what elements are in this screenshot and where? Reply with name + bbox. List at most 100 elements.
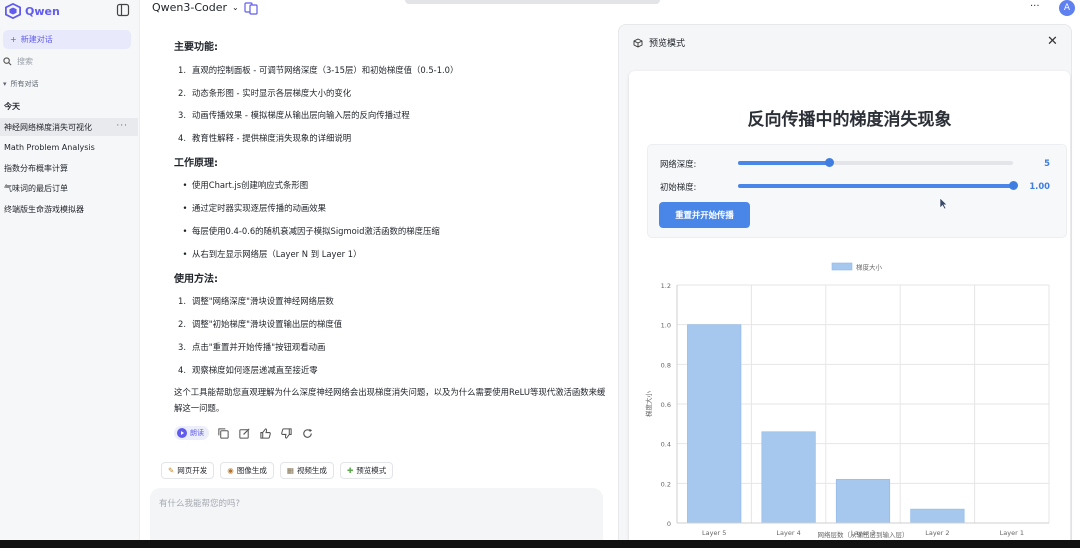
list-item: • 每层使用0.4-0.6的随机衰减因子模拟Sigmoid激活函数的梯度压缩	[182, 226, 440, 236]
screen-bottom-edge	[0, 540, 1080, 548]
copy-icon[interactable]	[217, 427, 230, 440]
chat-item-label: 终端版生命游戏模拟器	[4, 204, 84, 214]
all-chats-label: 所有对话	[10, 80, 39, 88]
control-panel: 网络深度: 5 初始梯度: 1.00 重置并开始传播	[647, 144, 1067, 238]
chip-web-dev[interactable]: ✎ 网页开发	[161, 462, 215, 479]
palette-icon: ◉	[227, 466, 234, 475]
page-title: 反向传播中的梯度消失现象	[747, 110, 952, 130]
section-today: 今天	[4, 102, 20, 111]
gradient-slider-fill	[738, 184, 1013, 188]
depth-value: 5	[1044, 158, 1050, 168]
all-chats-toggle[interactable]: ▾ 所有对话	[3, 79, 39, 89]
bar	[761, 431, 816, 524]
chat-item[interactable]: 神经网络梯度消失可视化 ···	[0, 118, 138, 136]
summary-text: 这个工具能帮助您直观理解为什么深度神经网络会出现梯度消失问题，以及为什么需要使用…	[174, 387, 606, 413]
chat-item[interactable]: Math Problem Analysis	[0, 138, 138, 156]
avatar[interactable]: A	[1059, 0, 1075, 16]
depth-slider[interactable]	[738, 158, 1013, 167]
reset-start-button[interactable]: 重置并开始传播	[659, 202, 750, 228]
y-tick-label: 0.6	[661, 401, 671, 409]
preview-content: 反向传播中的梯度消失现象 网络深度: 5 初始梯度: 1.00 重置并开始传播 …	[629, 71, 1070, 548]
x-tick-label: Layer 2	[925, 529, 949, 537]
read-aloud-label: 朗读	[190, 429, 204, 437]
sidebar-toggle-icon[interactable]	[116, 3, 130, 17]
message-actions: 朗读	[174, 426, 314, 440]
y-tick-label: 1.0	[661, 322, 671, 330]
chat-item[interactable]: 终端版生命游戏模拟器	[0, 200, 138, 218]
more-icon[interactable]: ···	[116, 121, 128, 131]
legend-label: 梯度大小	[856, 263, 883, 272]
preview-panel: 预览模式 ✕ 反向传播中的梯度消失现象 网络深度: 5 初始梯度: 1.00 重…	[618, 24, 1072, 548]
list-item: 3. 点击"重置并开始传播"按钮观看动画	[178, 342, 326, 352]
depth-slider-thumb[interactable]	[824, 158, 834, 167]
list-item: • 通过定时器实现逐层传播的动画效果	[182, 203, 326, 213]
section-heading: 使用方法:	[174, 274, 218, 285]
depth-slider-fill	[738, 161, 829, 165]
more-options-icon[interactable]: ···	[1030, 1, 1040, 12]
thumbs-up-icon[interactable]	[259, 427, 272, 440]
compare-models-icon[interactable]	[244, 1, 258, 15]
chip-video-gen[interactable]: ▦ 视频生成	[279, 462, 334, 479]
bar	[835, 479, 891, 524]
x-tick-label: Layer 1	[1000, 529, 1024, 537]
close-icon[interactable]: ✕	[1047, 34, 1058, 49]
x-axis-title: 网络层数（从输出层到输入层）	[818, 530, 909, 539]
search-placeholder: 搜索	[17, 57, 33, 66]
y-tick-label: 0.8	[661, 361, 671, 369]
list-item: 1. 调整"网络深度"滑块设置神经网络层数	[178, 296, 334, 306]
read-aloud-button[interactable]: 朗读	[174, 426, 209, 440]
list-item: 2. 调整"初始梯度"滑块设置输出层的梯度值	[178, 319, 343, 329]
x-tick-label: Layer 5	[702, 529, 726, 537]
mouse-cursor-icon	[939, 197, 948, 210]
chat-item[interactable]: 气味词的最后订单	[0, 179, 138, 197]
chevron-down-icon: ⌄	[232, 3, 239, 12]
y-tick-label: 0.2	[661, 480, 671, 488]
legend-swatch	[831, 262, 853, 271]
qwen-logo-icon	[5, 3, 21, 19]
list-item: • 使用Chart.js创建响应式条形图	[182, 180, 309, 190]
y-tick-label: 0	[667, 520, 671, 528]
new-chat-label: 新建对话	[20, 35, 53, 44]
overlay-edge	[405, 0, 660, 4]
chevron-down-icon: ▾	[3, 80, 7, 88]
thumbs-down-icon[interactable]	[280, 427, 293, 440]
new-chat-button[interactable]: + 新建对话	[3, 30, 131, 49]
film-icon: ▦	[286, 466, 294, 475]
edit-icon[interactable]	[238, 427, 251, 440]
section-heading: 主要功能:	[174, 42, 218, 53]
y-axis-title: 梯度大小	[644, 391, 653, 418]
list-item: 4. 观察梯度如何逐层递减直至接近零	[178, 365, 318, 375]
y-tick-label: 1.2	[661, 282, 671, 290]
chip-preview-mode[interactable]: ✚ 预览模式	[339, 462, 394, 479]
gradient-slider[interactable]	[738, 181, 1018, 190]
gradient-bar-chart: 00.20.40.60.81.01.2Layer 5 Layer 4 Layer 3…	[644, 262, 1050, 539]
chat-item[interactable]: 指数分布概率计算	[0, 159, 138, 177]
chat-item-label: Math Problem Analysis	[4, 142, 95, 152]
gradient-slider-thumb[interactable]	[1009, 181, 1018, 190]
chip-image-gen[interactable]: ◉ 图像生成	[220, 462, 274, 479]
chat-input-placeholder: 有什么我能帮您的吗?	[159, 499, 241, 509]
list-item: 1. 直观的控制面板 - 可调节网络深度（3-15层）和初始梯度值（0.5-1.0…	[178, 65, 459, 75]
list-item: 3. 动画传播效果 - 模拟梯度从输出层向输入层的反向传播过程	[178, 110, 410, 120]
chat-input[interactable]: 有什么我能帮您的吗?	[150, 488, 603, 548]
brand-name: Qwen	[25, 4, 60, 18]
preview-header: 预览模式	[633, 36, 685, 49]
model-selector[interactable]: Qwen3-Coder ⌄	[152, 1, 239, 14]
play-icon	[177, 428, 187, 438]
section-heading: 工作原理:	[174, 158, 218, 169]
plus-icon: +	[10, 35, 17, 44]
logo[interactable]: Qwen	[4, 3, 60, 19]
gradient-label: 初始梯度:	[660, 182, 697, 192]
gradient-value: 1.00	[1029, 181, 1050, 191]
preview-title: 预览模式	[649, 39, 686, 49]
list-item: 4. 教育性解释 - 提供梯度消失现象的详细说明	[178, 133, 352, 143]
regenerate-icon[interactable]	[301, 427, 314, 440]
list-item: 2. 动态条形图 - 实时显示各层梯度大小的变化	[178, 88, 352, 98]
sidebar: Qwen + 新建对话 搜索 ▾ 所有对话 今天 神经网络梯度消失可视化 ···…	[0, 0, 140, 548]
bar	[687, 324, 742, 524]
search-input[interactable]: 搜索	[3, 56, 33, 67]
chat-item-label: 气味词的最后订单	[4, 183, 68, 193]
x-tick-label: Layer 4	[776, 529, 800, 537]
code-icon: ✎	[168, 466, 175, 475]
cube-icon	[633, 37, 643, 48]
